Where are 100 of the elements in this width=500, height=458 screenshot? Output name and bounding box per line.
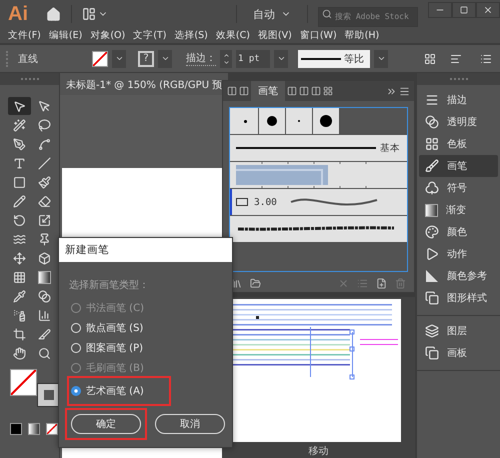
- brush-swatch[interactable]: [232, 108, 258, 134]
- slice-icon: [38, 328, 51, 340]
- caret-icon: [114, 54, 124, 63]
- brush-row[interactable]: [230, 216, 407, 242]
- caret-icon: [276, 54, 286, 63]
- brush-type-icon: [236, 198, 248, 206]
- home-button[interactable]: [46, 6, 61, 22]
- radio-button[interactable]: [71, 386, 81, 396]
- up-caret-icon: [222, 52, 230, 58]
- dock-item[interactable]: 色板: [419, 133, 498, 155]
- menu-item[interactable]: 视图(V): [258, 29, 292, 42]
- eraser-icon: [38, 194, 51, 208]
- close-icon: [483, 5, 493, 15]
- radio-option[interactable]: 散点画笔 (S): [69, 318, 224, 338]
- profile-line-icon: [301, 58, 341, 60]
- brush-icon: [425, 159, 439, 173]
- panel-tab-icon[interactable]: [287, 86, 297, 96]
- library-icon[interactable]: [231, 278, 242, 289]
- pencil-icon: [13, 194, 26, 208]
- brush-swatch[interactable]: [259, 108, 285, 134]
- dock-item[interactable]: 画笔: [419, 155, 498, 177]
- stroke-weight-field[interactable]: 1 pt: [236, 50, 270, 68]
- dock-item[interactable]: 描边: [419, 89, 498, 111]
- ok-button[interactable]: 确定: [71, 414, 141, 434]
- fill-swatch[interactable]: [92, 50, 108, 66]
- expand-icon[interactable]: [386, 86, 397, 96]
- layout-button[interactable]: [82, 7, 108, 21]
- arrow-pointer-icon: [38, 100, 51, 112]
- pin-icon: [38, 232, 51, 246]
- panel-tab-icon[interactable]: [239, 86, 249, 96]
- menu-item[interactable]: 窗口(W): [300, 29, 337, 42]
- dock-item[interactable]: 图层: [419, 320, 498, 342]
- document-tab[interactable]: 未标题-1* @ 150% (RGB/GPU 预: [60, 73, 228, 95]
- menu-item[interactable]: 对象(O): [90, 29, 126, 42]
- panel-tab-icon[interactable]: [311, 86, 321, 96]
- eyedropper-icon: [13, 290, 26, 302]
- panel-tab[interactable]: 画笔: [251, 81, 285, 101]
- stroke-swatch[interactable]: ?: [138, 50, 154, 66]
- color-mode-swatch[interactable]: [10, 423, 22, 435]
- selection-label: 直线: [18, 52, 39, 66]
- brush-row[interactable]: 基本: [230, 135, 407, 161]
- dialog-prompt: 选择新画笔类型：: [69, 278, 150, 292]
- arrow-pointer-icon: [13, 100, 26, 112]
- hand-icon: [13, 346, 26, 360]
- tool-button[interactable]: [8, 97, 31, 115]
- dock-item[interactable]: 渐变: [419, 199, 498, 221]
- brush-swatch[interactable]: [286, 108, 312, 134]
- dock-item[interactable]: 图形样式: [419, 287, 498, 309]
- dock-item[interactable]: 颜色参考: [419, 265, 498, 287]
- menu-item[interactable]: 效果(C): [216, 29, 250, 42]
- panel-tab-icon[interactable]: [227, 86, 237, 96]
- brush-row[interactable]: 3.00: [230, 189, 407, 215]
- circles-icon: [425, 115, 439, 129]
- rectangle-icon: [13, 176, 26, 188]
- dock-item[interactable]: 动作: [419, 243, 498, 265]
- workspace-dropdown[interactable]: 自动: [247, 6, 297, 22]
- panel-tab-icon[interactable]: [299, 86, 309, 96]
- layout-icon: [82, 7, 96, 21]
- menu-item[interactable]: 编辑(E): [48, 29, 82, 42]
- line-icon: [38, 156, 51, 170]
- dock-item[interactable]: 透明度: [419, 111, 498, 133]
- folder-icon[interactable]: [250, 278, 261, 289]
- cancel-button[interactable]: 取消: [155, 414, 225, 434]
- radio-option[interactable]: 图案画笔 (P): [69, 338, 224, 358]
- dock-item[interactable]: 颜色: [419, 221, 498, 243]
- radio-option[interactable]: 艺术画笔 (A): [69, 378, 169, 404]
- close-button[interactable]: [476, 2, 500, 18]
- spray-can-icon: [13, 308, 26, 322]
- menu-item[interactable]: 文字(T): [133, 29, 166, 42]
- caret-icon: [376, 54, 386, 63]
- spinner-button[interactable]: [220, 50, 232, 68]
- profile-dropdown[interactable]: 等比: [298, 50, 370, 68]
- grid-button[interactable]: [424, 52, 436, 64]
- play-icon: [425, 247, 439, 261]
- bar-chart-icon: [38, 308, 51, 322]
- none-mode-swatch[interactable]: [46, 423, 58, 435]
- panel-tab-icon[interactable]: [323, 86, 333, 96]
- fill-swatch[interactable]: [10, 369, 37, 396]
- dock-item[interactable]: 符号: [419, 177, 498, 199]
- curve-pen-icon: [38, 138, 51, 150]
- maximize-button[interactable]: [452, 2, 476, 18]
- magic-wand-icon: [13, 118, 26, 132]
- new-brush-icon[interactable]: [376, 278, 387, 289]
- align-button[interactable]: [450, 52, 462, 64]
- stroke-label[interactable]: 描边：: [186, 51, 216, 66]
- dock-item[interactable]: 画板: [419, 342, 498, 364]
- menu-item[interactable]: 文件(F): [8, 29, 41, 42]
- brush-row[interactable]: [230, 108, 339, 134]
- zoom-icon: [38, 346, 51, 360]
- search-field[interactable]: 搜索 Adobe Stock: [318, 6, 418, 26]
- status-label: 移动: [308, 445, 330, 458]
- gradient-mode-swatch[interactable]: [28, 423, 40, 435]
- lines-icon: [425, 93, 439, 107]
- menu-item[interactable]: 帮助(H): [344, 29, 380, 42]
- align-icon: [450, 52, 462, 64]
- paintbrush-icon: [38, 176, 51, 188]
- maximize-icon: [460, 6, 468, 14]
- menu-icon[interactable]: [399, 86, 410, 96]
- brush-swatch[interactable]: [313, 108, 339, 134]
- menu-item[interactable]: 选择(S): [174, 29, 208, 42]
